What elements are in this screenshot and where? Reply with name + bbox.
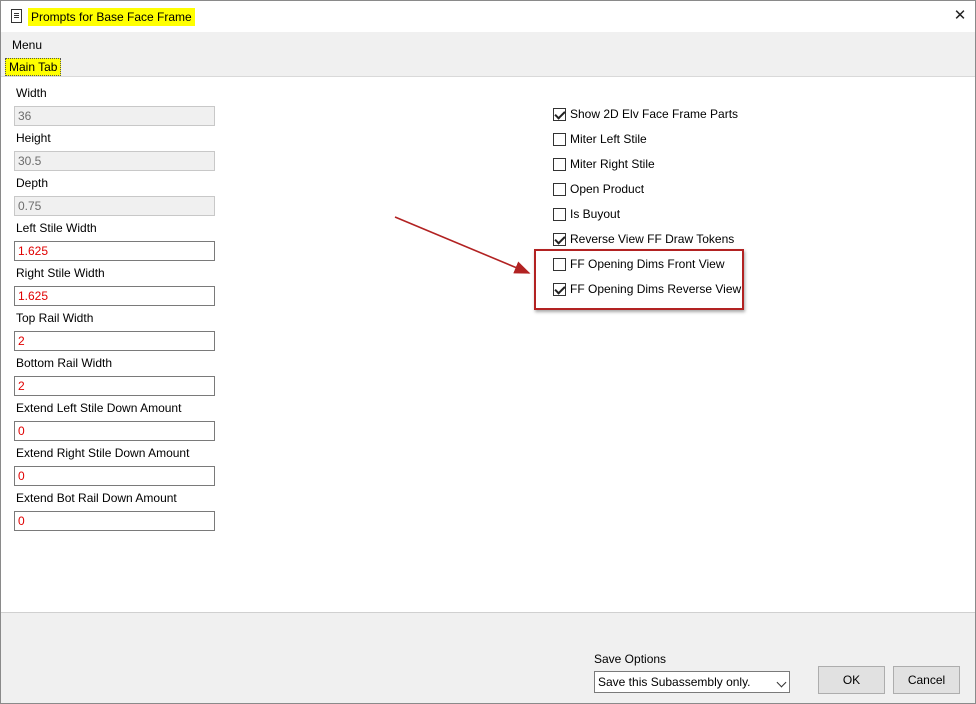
annotation-arrow xyxy=(394,216,531,274)
chevron-down-icon xyxy=(776,677,787,688)
ok-button[interactable]: OK xyxy=(818,666,885,694)
dialog-footer: Save Options Save this Subassembly only.… xyxy=(1,612,975,703)
save-options-value: Save this Subassembly only. xyxy=(598,675,751,689)
save-options-label: Save Options xyxy=(594,652,667,666)
cancel-button[interactable]: Cancel xyxy=(893,666,960,694)
dialog-window: Prompts for Base Face Frame ✕ Menu Main … xyxy=(0,0,976,704)
save-options-select[interactable]: Save this Subassembly only. xyxy=(594,671,790,693)
